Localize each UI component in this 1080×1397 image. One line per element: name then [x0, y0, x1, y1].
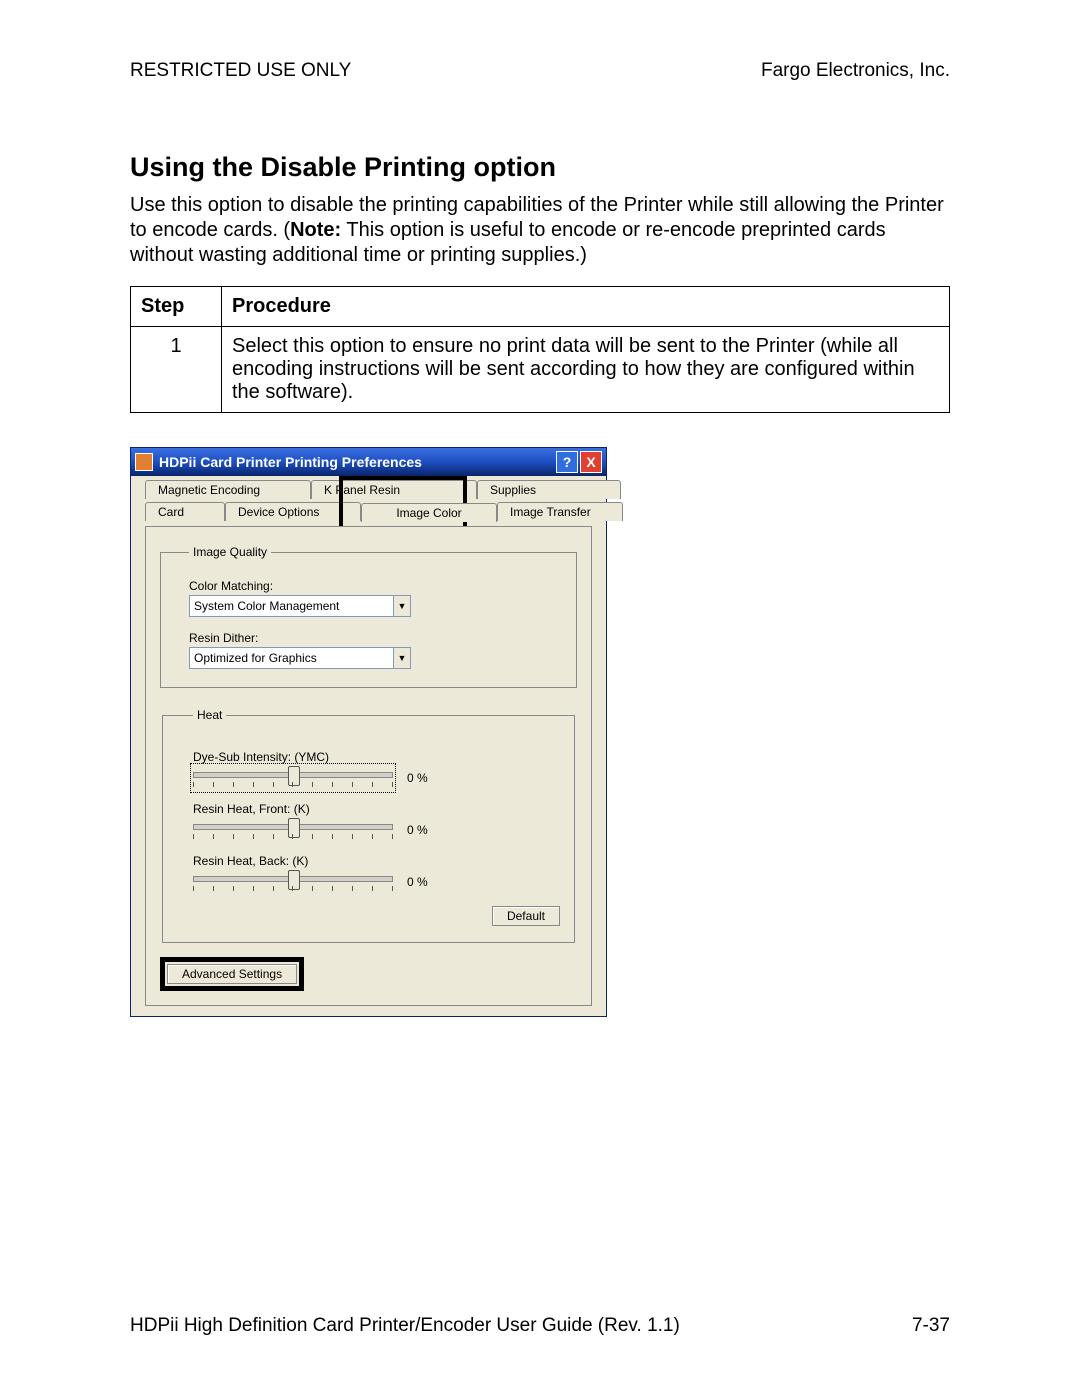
header-right: Fargo Electronics, Inc. — [761, 60, 950, 82]
table-header-row: Step Procedure — [131, 287, 950, 327]
page-header: RESTRICTED USE ONLY Fargo Electronics, I… — [130, 60, 950, 82]
page-title: Using the Disable Printing option — [130, 152, 950, 183]
combo-resin-dither[interactable]: Optimized for Graphics ▼ — [189, 647, 411, 669]
group-image-quality: Image Quality Color Matching: System Col… — [160, 545, 577, 688]
tab-row-1: Magnetic Encoding K Panel Resin Supplies — [145, 480, 621, 499]
page: RESTRICTED USE ONLY Fargo Electronics, I… — [0, 0, 1080, 1397]
slider-resin-back-track[interactable] — [193, 870, 393, 894]
combo-resin-dither-value: Optimized for Graphics — [190, 651, 393, 665]
combo-color-matching[interactable]: System Color Management ▼ — [189, 595, 411, 617]
legend-heat: Heat — [193, 708, 226, 722]
footer-right: 7-37 — [912, 1315, 950, 1337]
label-dye-sub: Dye-Sub Intensity: (YMC) — [193, 750, 560, 764]
value-dye-sub: 0 % — [407, 771, 447, 785]
help-button[interactable]: ? — [556, 451, 578, 473]
label-resin-dither: Resin Dither: — [189, 631, 562, 645]
highlight-advanced-settings: Advanced Settings — [160, 957, 304, 991]
dialog-body: Magnetic Encoding K Panel Resin Supplies… — [131, 476, 606, 1016]
tab-image-transfer[interactable]: Image Transfer — [497, 502, 623, 521]
tab-image-color[interactable]: Image Color — [361, 503, 497, 522]
header-left: RESTRICTED USE ONLY — [130, 60, 351, 82]
group-heat: Heat Dye-Sub Intensity: (YMC) 0 % — [162, 708, 575, 943]
tab-card[interactable]: Card — [145, 502, 225, 521]
chevron-down-icon: ▼ — [393, 648, 410, 668]
advanced-settings-button[interactable]: Advanced Settings — [167, 964, 297, 984]
col-procedure: Procedure — [222, 287, 950, 327]
tab-panel: Image Quality Color Matching: System Col… — [145, 526, 592, 1006]
label-color-matching: Color Matching: — [189, 579, 562, 593]
footer-left: HDPii High Definition Card Printer/Encod… — [130, 1315, 680, 1337]
default-button[interactable]: Default — [492, 906, 560, 926]
slider-resin-back: Resin Heat, Back: (K) 0 % — [193, 854, 560, 894]
intro-paragraph: Use this option to disable the printing … — [130, 193, 950, 268]
procedure-table: Step Procedure 1 Select this option to e… — [130, 286, 950, 413]
chevron-down-icon: ▼ — [393, 596, 410, 616]
value-resin-back: 0 % — [407, 875, 447, 889]
label-resin-front: Resin Heat, Front: (K) — [193, 802, 560, 816]
step-text: Select this option to ensure no print da… — [222, 327, 950, 413]
tab-supplies[interactable]: Supplies — [477, 480, 621, 499]
slider-dye-sub-track[interactable] — [193, 766, 393, 790]
label-resin-back: Resin Heat, Back: (K) — [193, 854, 560, 868]
close-button[interactable]: X — [580, 451, 602, 473]
page-footer: HDPii High Definition Card Printer/Encod… — [130, 1315, 950, 1337]
value-resin-front: 0 % — [407, 823, 447, 837]
legend-image-quality: Image Quality — [189, 545, 271, 559]
preferences-dialog: HDPii Card Printer Printing Preferences … — [130, 447, 607, 1017]
dialog-titlebar[interactable]: HDPii Card Printer Printing Preferences … — [131, 448, 606, 476]
col-step: Step — [131, 287, 222, 327]
tab-row-2: Card Device Options Image Color Image Tr… — [145, 502, 623, 521]
dialog-title: HDPii Card Printer Printing Preferences — [159, 454, 422, 470]
intro-note-label: Note: — [290, 219, 341, 241]
tab-device-options[interactable]: Device Options — [225, 502, 361, 521]
table-row: 1 Select this option to ensure no print … — [131, 327, 950, 413]
slider-dye-sub: Dye-Sub Intensity: (YMC) 0 % — [193, 750, 560, 790]
slider-resin-front-track[interactable] — [193, 818, 393, 842]
tab-k-panel-resin[interactable]: K Panel Resin — [311, 480, 477, 499]
tab-magnetic-encoding[interactable]: Magnetic Encoding — [145, 480, 311, 499]
step-number: 1 — [131, 327, 222, 413]
app-icon — [135, 453, 153, 471]
combo-color-matching-value: System Color Management — [190, 599, 393, 613]
slider-resin-front: Resin Heat, Front: (K) 0 % — [193, 802, 560, 842]
